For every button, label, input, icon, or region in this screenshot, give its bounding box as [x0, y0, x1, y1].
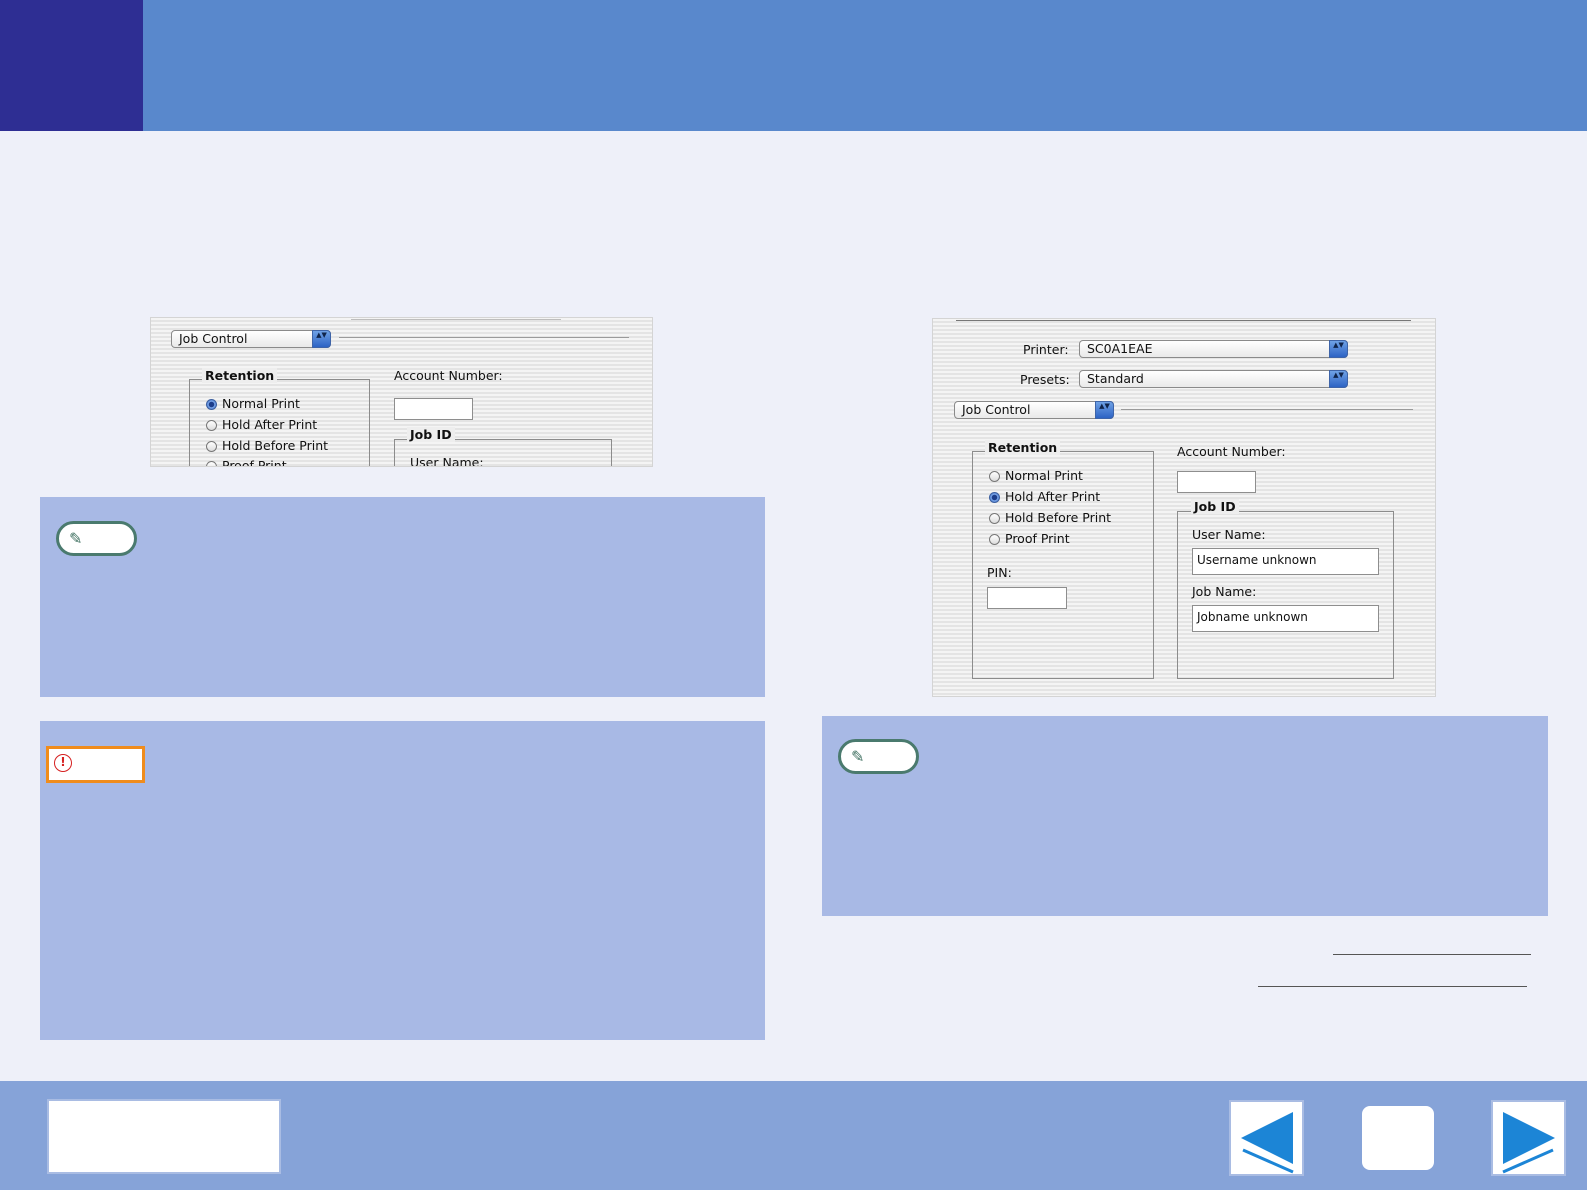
job-name-value: Jobname unknown	[1197, 610, 1308, 624]
radio-normal-print[interactable]: Normal Print	[206, 396, 300, 411]
home-button[interactable]	[1362, 1106, 1434, 1170]
account-number-input[interactable]	[394, 398, 473, 420]
pin-input[interactable]	[987, 587, 1067, 609]
job-id-label: Job ID	[1191, 499, 1239, 514]
popup-arrows-icon: ▲▼	[1095, 401, 1114, 419]
user-name-label: User Name:	[1192, 527, 1266, 542]
sheet-edge	[351, 319, 561, 320]
radio-hold-before-print[interactable]: Hold Before Print	[206, 438, 328, 453]
user-name-value: Username unknown	[1197, 553, 1317, 567]
note-badge: ✎	[56, 521, 137, 556]
pane-menu-label: Job Control	[179, 331, 248, 346]
user-name-input[interactable]: Username unknown	[1192, 548, 1379, 575]
presets-label: Presets:	[1020, 372, 1070, 387]
radio-hold-before-print[interactable]: Hold Before Print	[989, 510, 1111, 525]
radio-button-icon	[989, 513, 1000, 524]
job-id-label: Job ID	[407, 427, 455, 442]
user-name-label: User Name:	[410, 455, 484, 467]
pencil-icon: ✎	[69, 529, 83, 548]
link-underline[interactable]	[1333, 954, 1531, 955]
link-underline[interactable]	[1258, 986, 1527, 987]
popup-arrows-icon: ▲▼	[312, 330, 331, 348]
arrow-left-icon	[1241, 1112, 1294, 1174]
popup-arrows-icon: ▲▼	[1329, 340, 1348, 358]
option-label: Proof Print	[1005, 531, 1070, 546]
radio-button-icon	[206, 420, 217, 431]
option-label: Hold After Print	[222, 417, 318, 432]
arrow-right-icon	[1502, 1112, 1555, 1174]
dialog-screenshot-top: Job Control ▲▼ Retention Normal Print Ho…	[150, 317, 653, 467]
presets-popup[interactable]: Standard ▲▼	[1079, 370, 1348, 388]
option-label: Hold Before Print	[222, 438, 329, 453]
chapter-tab	[0, 0, 143, 131]
account-number-label: Account Number:	[1177, 444, 1286, 459]
popup-arrows-icon: ▲▼	[1329, 370, 1348, 388]
job-name-input[interactable]: Jobname unknown	[1192, 605, 1379, 632]
dialog-screenshot-main: Printer: SC0A1EAE ▲▼ Presets: Standard ▲…	[932, 318, 1436, 697]
warning-badge: !	[46, 746, 145, 783]
radio-button-icon	[989, 534, 1000, 545]
radio-proof-print[interactable]: Proof Print	[989, 531, 1070, 546]
radio-button-icon	[989, 492, 1000, 503]
option-label: Normal Print	[222, 396, 300, 411]
retention-label: Retention	[202, 368, 278, 383]
printer-value: SC0A1EAE	[1087, 341, 1153, 356]
next-page-button[interactable]	[1491, 1100, 1566, 1176]
radio-hold-after-print[interactable]: Hold After Print	[989, 489, 1100, 504]
divider	[1121, 409, 1413, 410]
radio-button-icon	[206, 399, 217, 410]
option-label: Proof Print	[222, 458, 287, 467]
sheet-edge	[956, 320, 1411, 321]
note-panel-left: ✎	[40, 497, 765, 697]
radio-button-icon	[206, 441, 217, 452]
radio-hold-after-print[interactable]: Hold After Print	[206, 417, 317, 432]
account-number-input[interactable]	[1177, 471, 1256, 493]
pin-label: PIN:	[987, 565, 1012, 580]
option-label: Hold Before Print	[1005, 510, 1112, 525]
note-panel-right: ✎	[822, 716, 1548, 916]
account-number-label: Account Number:	[394, 368, 503, 383]
contents-button[interactable]	[47, 1099, 281, 1174]
exclamation-icon: !	[54, 754, 72, 772]
radio-proof-print[interactable]: Proof Print	[206, 458, 287, 467]
presets-value: Standard	[1087, 371, 1144, 386]
pane-menu-popup[interactable]: Job Control ▲▼	[954, 401, 1114, 419]
pencil-icon: ✎	[851, 747, 865, 766]
prev-page-button[interactable]	[1229, 1100, 1304, 1176]
radio-normal-print[interactable]: Normal Print	[989, 468, 1083, 483]
pane-menu-label: Job Control	[962, 402, 1031, 417]
retention-label: Retention	[985, 440, 1061, 455]
option-label: Normal Print	[1005, 468, 1083, 483]
divider	[339, 337, 629, 338]
radio-button-icon	[989, 471, 1000, 482]
page-header	[0, 0, 1587, 131]
pane-menu-popup[interactable]: Job Control ▲▼	[171, 330, 331, 348]
radio-button-icon	[206, 461, 217, 466]
printer-label: Printer:	[1023, 342, 1069, 357]
option-label: Hold After Print	[1005, 489, 1101, 504]
job-name-label: Job Name:	[1192, 584, 1257, 599]
printer-popup[interactable]: SC0A1EAE ▲▼	[1079, 340, 1348, 358]
warning-panel: !	[40, 721, 765, 1040]
note-badge: ✎	[838, 739, 919, 774]
